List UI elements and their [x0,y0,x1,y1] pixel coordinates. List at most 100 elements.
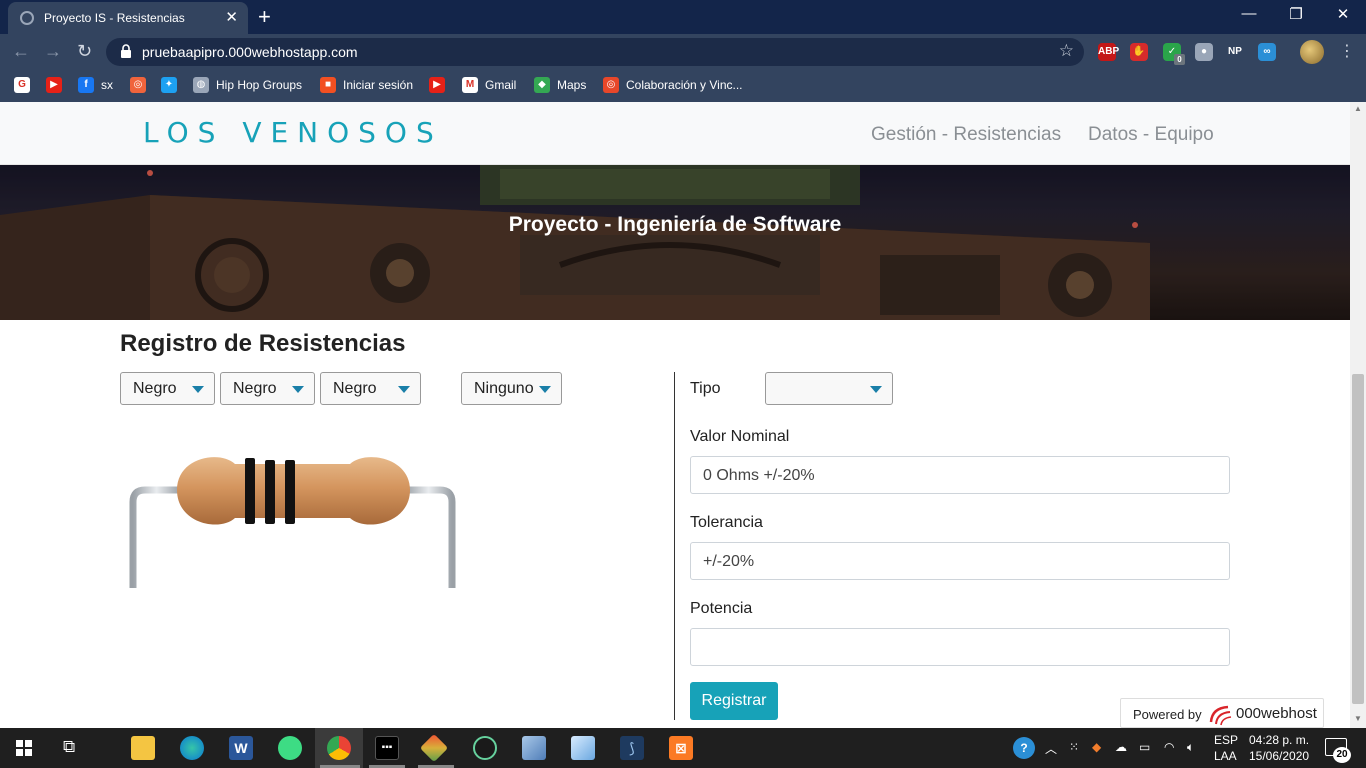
bookmark-colab[interactable]: ◎ Colaboración y Vinc... [603,77,743,95]
scrollbar-thumb[interactable] [1352,374,1364,704]
globe-favicon-icon [20,11,34,25]
chrome-icon[interactable] [327,736,351,760]
tolerancia-field[interactable]: +/-20% [690,542,1230,580]
scroll-up-icon[interactable]: ▲ [1354,104,1362,113]
band-3-select[interactable]: Negro [320,372,421,405]
tolerance-band-value: Ninguno [474,380,534,397]
bookmark-label: Iniciar sesión [343,78,414,92]
band-2-value: Negro [233,380,277,397]
valor-nominal-field[interactable]: 0 Ohms +/-20% [690,456,1230,494]
bookmark-star-icon[interactable]: ☆ [1059,41,1074,61]
close-window-icon[interactable]: ✕ [1320,5,1366,23]
globe-icon: ◍ [193,77,209,93]
building-mural-image [0,165,1350,320]
infinity-icon[interactable]: ∞ [1258,43,1276,61]
youtube-icon: ▶ [46,77,62,93]
site-brand[interactable]: LOS VENOSOS [143,116,443,149]
tolerancia-value: +/-20% [703,553,755,570]
edge-icon[interactable] [180,736,204,760]
webhost-brand: 000webhost [1236,705,1317,722]
close-tab-icon[interactable]: ✕ [225,8,238,26]
windows-start-icon[interactable] [16,740,32,756]
hand-stop-icon[interactable]: ✋ [1130,43,1148,61]
nav-datos-equipo[interactable]: Datos - Equipo [1088,124,1214,146]
valor-nominal-label: Valor Nominal [690,428,790,445]
bookmark-youtube[interactable]: ▶ [46,77,69,95]
menu-kebab-icon[interactable]: ⋮ [1339,41,1355,61]
git-icon[interactable] [419,733,449,763]
site-navbar: LOS VENOSOS Gestión - Resistencias Datos… [0,102,1350,165]
page-scrollbar[interactable]: ▲ ▼ [1350,102,1366,728]
maps-icon: ◆ [534,77,550,93]
address-bar[interactable]: pruebaapipro.000webhostapp.com ☆ [106,38,1084,66]
browser-tab[interactable]: Proyecto IS - Resistencias ✕ [8,2,248,34]
system-clock[interactable]: 04:28 p. m. 15/06/2020 [1249,732,1309,764]
xampp-icon[interactable]: ⊠ [669,736,693,760]
chevron-down-icon [292,386,304,393]
bookmark-globe[interactable]: ◍ Hip Hop Groups [193,77,302,95]
bookmark-ring[interactable]: ◎ [130,77,153,95]
bookmark-microsoft[interactable]: ■ Iniciar sesión [320,77,413,95]
wifi-icon[interactable]: ◠ [1164,740,1174,754]
tipo-select[interactable] [765,372,893,405]
circle-ext-icon[interactable]: ● [1195,43,1213,61]
bookmark-label: Colaboración y Vinc... [626,78,743,92]
bookmark-gmail[interactable]: M Gmail [462,77,516,95]
reload-icon[interactable]: ↻ [77,41,92,62]
colab-icon: ◎ [603,77,619,93]
chevron-down-icon [192,386,204,393]
nav-gestion-resistencias[interactable]: Gestión - Resistencias [871,124,1061,146]
terminal-icon[interactable]: ▪▪▪ [375,736,399,760]
language-indicator[interactable]: ESP LAA [1214,732,1238,764]
resistor-image [129,457,456,588]
abp-icon[interactable]: ABP [1098,43,1119,61]
url-text: pruebaapipro.000webhostapp.com [142,44,358,60]
language-code: ESP [1214,733,1239,747]
battery-icon[interactable]: ▭ [1139,740,1150,754]
restore-icon[interactable]: ❐ [1273,5,1319,23]
word-icon[interactable]: W [229,736,253,760]
registrar-button[interactable]: Registrar [690,682,778,720]
powered-by-label: Powered by [1133,707,1202,722]
metamask-icon[interactable]: ◆ [1092,740,1101,754]
mysql-workbench-icon[interactable]: ⟆ [620,736,644,760]
bookmark-maps[interactable]: ◆ Maps [534,77,586,95]
new-tab-icon[interactable]: + [258,4,271,30]
cube-app-icon[interactable] [571,736,595,760]
tipo-label: Tipo [690,380,721,397]
bookmark-google[interactable]: G [14,77,37,95]
bookmark-facebook[interactable]: f sx [78,77,113,95]
minimize-icon[interactable]: — [1226,5,1272,22]
atom-icon[interactable] [473,736,497,760]
chevron-up-icon[interactable]: ︿ [1045,740,1057,757]
profile-avatar[interactable] [1300,40,1324,64]
android-studio-icon[interactable] [278,736,302,760]
cloud-icon[interactable]: ☁ [1115,740,1127,754]
np-icon[interactable]: NP [1226,43,1244,61]
potencia-label: Potencia [690,600,753,617]
scroll-down-icon[interactable]: ▼ [1354,714,1362,723]
bookmark-label: Hip Hop Groups [216,78,303,92]
facebook-icon: f [78,77,94,93]
volume-icon[interactable]: 🔈︎ [1187,740,1194,755]
potencia-field[interactable] [690,628,1230,666]
bookmark-twitter[interactable]: ✦ [161,77,184,95]
hero-banner: Proyecto - Ingeniería de Software [0,165,1350,320]
powered-by-badge[interactable]: Powered by 000webhost [1120,698,1324,728]
browser-toolbar: ← → ↻ pruebaapipro.000webhostapp.com ☆ A… [0,34,1366,70]
network-dots-icon[interactable]: ⁙ [1069,740,1079,754]
back-icon[interactable]: ← [12,41,30,62]
extension-badge: 0 [1174,54,1185,65]
task-view-icon[interactable]: ⧉ [63,737,75,757]
tolerance-band-select[interactable]: Ninguno [461,372,562,405]
help-icon[interactable]: ? [1013,737,1035,759]
band-2-select[interactable]: Negro [220,372,315,405]
virtualbox-icon[interactable] [522,736,546,760]
bookmark-label: Gmail [485,78,517,92]
clock-time: 04:28 p. m. [1249,733,1310,747]
forward-icon[interactable]: → [44,41,62,62]
web-page: LOS VENOSOS Gestión - Resistencias Datos… [0,102,1350,728]
bookmark-youtube2[interactable]: ▶ [429,77,452,95]
band-1-select[interactable]: Negro [120,372,215,405]
file-explorer-icon[interactable] [131,736,155,760]
